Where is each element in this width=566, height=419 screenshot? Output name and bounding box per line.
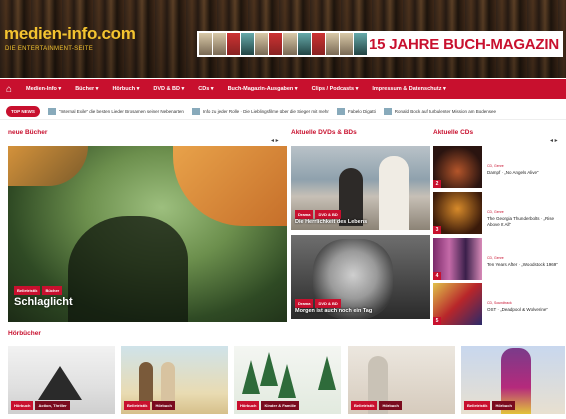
cd-rank: 5 [433,317,441,325]
audiobook-tags: Belletristik Hörbuch [464,401,515,410]
ticker-item-text[interactable]: Info zu jeder Rolle · Die Lieblingsfilme… [203,109,329,114]
category-tag[interactable]: Drama [295,210,314,219]
cd-list-item[interactable]: 3 CD, Genre The Georgia Thunderbolts · „… [433,192,563,234]
news-ticker: TOP NEWS "Internal Exile" die besten Lie… [0,104,566,120]
section-title-audiobooks: Hörbücher [8,330,41,337]
nav-item-buch-magazin[interactable]: Buch-Magazin-Ausgaben [228,86,298,92]
cd-list-item[interactable]: 2 CD, Genre Dampf · „No Angels Alive“ [433,146,563,188]
category-tag[interactable]: Drama [295,299,314,308]
category-tag[interactable]: Kinder & Familie [261,401,300,410]
cover-figure [139,362,153,402]
cd-title[interactable]: Ten Years After · „Woodstock 1969“ [487,262,563,268]
dvd-title[interactable]: Morgen ist auch noch ein Tag [295,308,372,314]
cover-art-shape [38,366,82,400]
section-title-cds: Aktuelle CDs [433,129,474,136]
category-tag[interactable]: Belletristik [14,286,41,295]
cover-art-shape [318,356,336,390]
cover-art-shape [278,364,296,398]
audiobook-tags: Belletristik Hörbuch [351,401,402,410]
category-tag[interactable]: DVD & BD [315,299,341,308]
carousel-arrows[interactable]: ◂ ▸ [550,137,558,144]
category-tag[interactable]: Hörbuch [11,401,34,410]
carousel-arrows[interactable]: ◂ ▸ [271,137,279,144]
cd-rank: 2 [433,180,441,188]
dvd-tags: Drama DVD & BD [295,210,341,219]
category-tag[interactable]: Bücher [42,286,63,295]
ticker-item[interactable]: Info zu jeder Rolle · Die Lieblingsfilme… [191,108,329,115]
cd-category[interactable]: CD, Genre [487,256,504,260]
ticker-badge: TOP NEWS [6,106,40,117]
category-tag[interactable]: Belletristik [464,401,491,410]
section-title-new-books: neue Bücher [8,129,48,136]
cd-category[interactable]: CD, Soundtrack [487,301,512,305]
cover-figure [379,156,409,230]
cd-category[interactable]: CD, Genre [487,164,504,168]
category-tag[interactable]: DVD & BD [315,210,341,219]
cover-art-shape [173,146,287,226]
category-tag[interactable]: Hörbuch [152,401,175,410]
cd-title[interactable]: The Georgia Thunderbolts · „Rise Above I… [487,216,563,228]
home-icon[interactable]: ⌂ [6,84,12,95]
nav-item-dvd-bd[interactable]: DVD & BD [153,86,184,92]
cover-figure [339,168,363,226]
cd-rank: 3 [433,226,441,234]
category-tag[interactable]: Hörbuch [492,401,515,410]
ticker-thumbnail [47,108,56,115]
nav-item-hoerbuch[interactable]: Hörbuch [112,86,139,92]
ticker-thumbnail [336,108,345,115]
audiobook-card[interactable]: Belletristik Hörbuch [461,346,565,414]
category-tag[interactable]: Belletristik [351,401,378,410]
cd-list-item[interactable]: 5 CD, Soundtrack OST · „Deadpool & Wolve… [433,283,563,325]
audiobook-tags: Hörbuch Kinder & Familie [237,401,300,410]
main-nav: ⌂ Medien-Info Bücher Hörbuch DVD & BD CD… [0,79,566,99]
cd-list-item[interactable]: 4 CD, Genre Ten Years After · „Woodstock… [433,238,563,280]
category-tag[interactable]: Action, Thriller [35,401,70,410]
dvd-tags: Drama DVD & BD [295,299,341,308]
audiobook-card[interactable]: Hörbuch Kinder & Familie [234,346,341,414]
cover-art-shape [8,146,88,186]
audiobook-tags: Belletristik Hörbuch [124,401,175,410]
ticker-item-text[interactable]: Ronald Bock auf turbulenter Mission am B… [395,109,496,114]
cover-figure [161,362,175,402]
audiobook-card[interactable]: Belletristik Hörbuch [121,346,228,414]
cd-title[interactable]: OST · „Deadpool & Wolverine“ [487,307,563,313]
banner-thumbnails [197,31,369,57]
ticker-item-text[interactable]: Fabelo Digatti [348,109,376,114]
banner-title: 15 JAHRE BUCH-MAGAZIN [369,35,559,53]
nav-item-cds[interactable]: CDs [198,86,213,92]
nav-item-impressum[interactable]: Impressum & Datenschutz [372,86,445,92]
audiobook-card[interactable]: Hörbuch Action, Thriller [8,346,115,414]
ticker-item[interactable]: "Internal Exile" die besten Lieder Brosa… [47,108,184,115]
ticker-thumbnail [383,108,392,115]
dvd-title[interactable]: Die Herrlichkeit des Lebens [295,219,367,225]
audiobook-card[interactable]: Belletristik Hörbuch [348,346,455,414]
ticker-item[interactable]: Fabelo Digatti [336,108,376,115]
category-tag[interactable]: Hörbuch [379,401,402,410]
cover-art-shape [242,360,260,394]
nav-item-buecher[interactable]: Bücher [75,86,98,92]
cd-category[interactable]: CD, Genre [487,210,504,214]
site-tagline: DIE ENTERTAINMENT-SEITE [5,46,94,52]
cover-art-shape [260,352,278,386]
header-banner-ad[interactable]: 15 JAHRE BUCH-MAGAZIN [197,31,563,57]
cd-title[interactable]: Dampf · „No Angels Alive“ [487,170,563,176]
category-tag[interactable]: Belletristik [124,401,151,410]
nav-item-clips[interactable]: Clips / Podcasts [312,86,359,92]
cd-rank: 4 [433,272,441,280]
ticker-thumbnail [191,108,200,115]
feature-tags: Belletristik Bücher [14,286,63,295]
category-tag[interactable]: Hörbuch [237,401,260,410]
site-logo[interactable]: medien-info.com [4,24,136,44]
ticker-item[interactable]: Ronald Bock auf turbulenter Mission am B… [383,108,496,115]
ticker-item-text[interactable]: "Internal Exile" die besten Lieder Brosa… [59,109,184,114]
feature-title[interactable]: Schlaglicht [14,296,73,308]
cover-art-shape [68,216,188,322]
audiobook-tags: Hörbuch Action, Thriller [11,401,70,410]
nav-item-medien-info[interactable]: Medien-Info [26,86,61,92]
section-title-dvds: Aktuelle DVDs & BDs [291,129,357,136]
